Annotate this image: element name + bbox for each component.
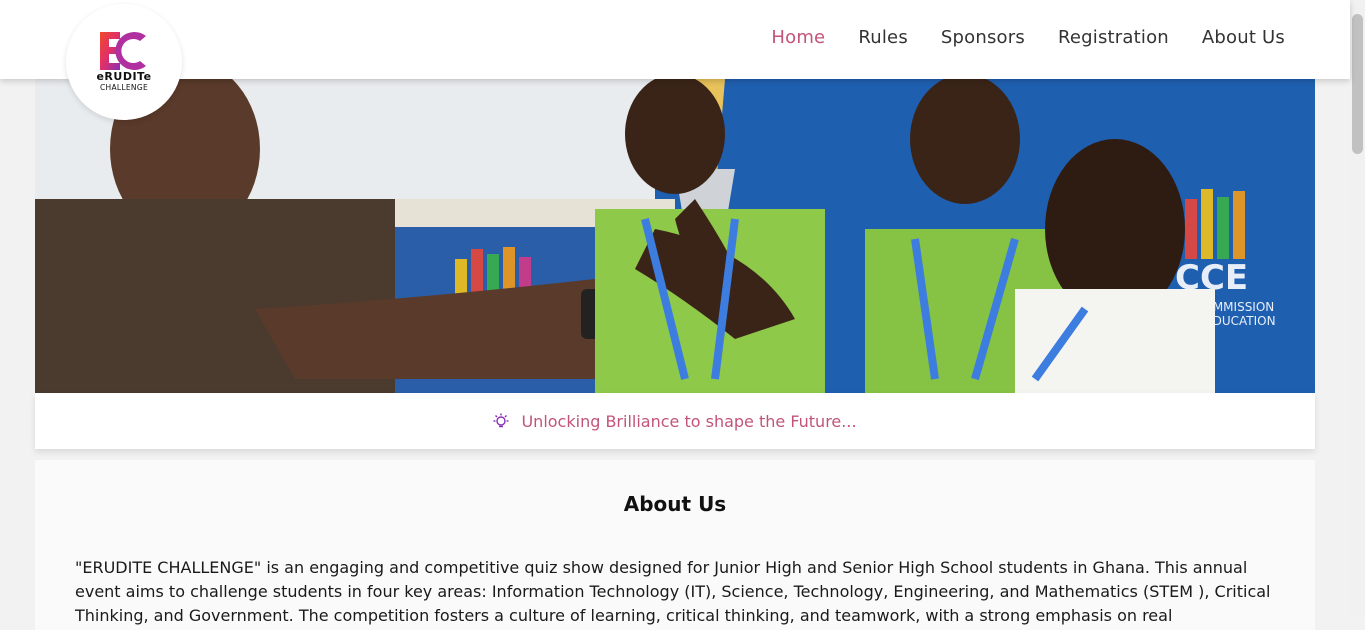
logo-wordmark: eRUDITe bbox=[96, 70, 152, 83]
svg-text:EDUCATION: EDUCATION bbox=[1205, 314, 1276, 328]
logo-subtitle: CHALLENGE bbox=[100, 83, 148, 92]
nav-home[interactable]: Home bbox=[771, 27, 825, 48]
top-navbar: Home Rules Sponsors Registration About U… bbox=[0, 0, 1350, 79]
tagline-text: Unlocking Brilliance to shape the Future… bbox=[521, 411, 857, 431]
hero-photo-trophy-presentation: CCE COMMISSION EDUCATION bbox=[35, 79, 1315, 393]
page-scrollbar[interactable] bbox=[1350, 0, 1365, 616]
site-logo[interactable]: eRUDITe CHALLENGE bbox=[66, 4, 182, 120]
about-heading: About Us bbox=[623, 492, 727, 516]
main-nav: Home Rules Sponsors Registration About U… bbox=[771, 27, 1285, 48]
nav-rules[interactable]: Rules bbox=[858, 27, 908, 48]
lightbulb-icon bbox=[493, 413, 509, 429]
hero-image: CCE COMMISSION EDUCATION bbox=[35, 79, 1315, 393]
tagline-banner: Unlocking Brilliance to shape the Future… bbox=[35, 393, 1315, 449]
nav-about-us[interactable]: About Us bbox=[1202, 27, 1285, 48]
about-description: "ERUDITE CHALLENGE" is an engaging and c… bbox=[75, 558, 1271, 625]
nav-registration[interactable]: Registration bbox=[1058, 27, 1169, 48]
logo-ec-mark-icon bbox=[100, 32, 146, 70]
about-section: About Us "ERUDITE CHALLENGE" is an engag… bbox=[35, 460, 1315, 630]
scrollbar-thumb[interactable] bbox=[1352, 14, 1363, 154]
nav-sponsors[interactable]: Sponsors bbox=[941, 27, 1025, 48]
